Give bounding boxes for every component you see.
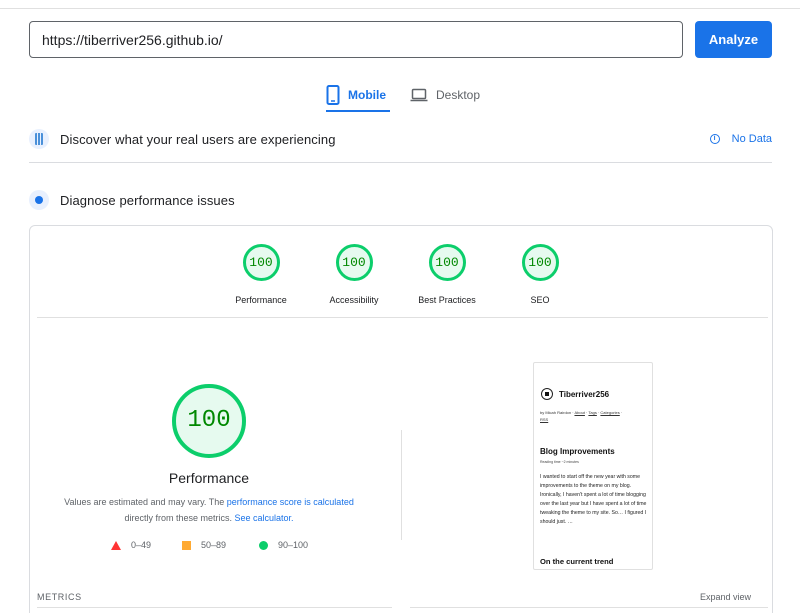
legend-pass: 90–100 [259,540,308,550]
gauge-score: 100 [521,244,559,281]
laptop-icon [410,88,428,102]
lighthouse-icon [29,190,49,210]
section-divider [29,162,772,163]
nav-about: About [574,410,585,415]
no-data-label: No Data [731,133,772,145]
field-data-section: Discover what your real users are experi… [29,129,772,149]
gauge-label: Best Practices [418,295,476,305]
gauge-accessibility[interactable]: 100 Accessibility [309,244,399,305]
diagnose-section: Diagnose performance issues [29,190,772,210]
top-border [0,0,800,9]
page-screenshot: Tiberriver256 by Micah Rairdon · About ·… [533,362,653,570]
tab-desktop-label: Desktop [436,88,481,102]
metrics-divider-left [37,607,392,608]
see-calculator-link[interactable]: See calculator. [234,513,293,523]
legend-average: 50–89 [182,540,226,550]
screenshot-nav: by Micah Rairdon · About · Tags · Catego… [540,410,623,422]
gauge-label: Accessibility [329,295,379,305]
tab-mobile[interactable]: Mobile [326,80,390,112]
site-logo-icon [541,388,553,400]
nav-rss: RSS [540,417,549,422]
pass-circle-icon [259,540,268,550]
gauge-seo[interactable]: 100 SEO [495,244,585,305]
performance-title: Performance [168,470,250,486]
screenshot-reading-time: Reading time ~2 minutes [540,460,579,464]
nav-categories: Categories [600,410,620,415]
users-chart-icon [29,129,49,149]
performance-description: Values are estimated and may vary. The p… [50,494,368,526]
score-calculated-link[interactable]: performance score is calculated [227,497,354,507]
screenshot-brand: Tiberriver256 [541,388,609,400]
legend-range: 90–100 [278,540,309,550]
legend-range: 50–89 [201,540,227,550]
field-data-title: Discover what your real users are experi… [60,131,336,147]
gauge-label: Performance [235,295,287,305]
info-icon: i [709,134,720,144]
panel-divider [37,317,768,318]
screenshot-post-title: Blog Improvements [540,447,615,456]
nav-tags: Tags [588,410,597,415]
gauge-score: 100 [242,244,280,281]
legend-range: 0–49 [131,540,152,550]
fail-triangle-icon [111,540,121,550]
metrics-label: METRICS [37,592,82,602]
no-data-status[interactable]: i No Data [709,133,772,145]
tab-desktop[interactable]: Desktop [410,80,480,110]
gauge-score: 100 [335,244,373,281]
screenshot-body: I wanted to start off the new year with … [540,474,647,525]
gauge-label: SEO [530,295,550,305]
screenshot-brand-text: Tiberriver256 [559,389,610,399]
tab-mobile-label: Mobile [348,88,386,102]
expand-view-link[interactable]: Expand view [700,592,751,602]
analyze-button[interactable]: Analyze [695,21,772,58]
desc-prefix: Values are estimated and may vary. The [64,497,227,507]
desc-middle: directly from these metrics. [124,513,235,523]
average-square-icon [182,540,191,550]
screenshot-next-heading: On the current trend [540,557,614,566]
gauge-score: 100 [428,244,466,281]
vertical-divider [401,430,402,540]
gauge-best-practices[interactable]: 100 Best Practices [402,244,492,305]
performance-score-gauge: 100 [172,384,246,458]
gauge-performance[interactable]: 100 Performance [216,244,306,305]
report-panel [29,225,773,613]
url-input[interactable] [29,21,683,58]
diagnose-title: Diagnose performance issues [60,192,235,208]
metrics-divider-right [410,607,768,608]
smartphone-icon [326,85,340,105]
legend-fail: 0–49 [111,540,151,550]
nav-prefix: by Micah Rairdon · [540,410,575,415]
